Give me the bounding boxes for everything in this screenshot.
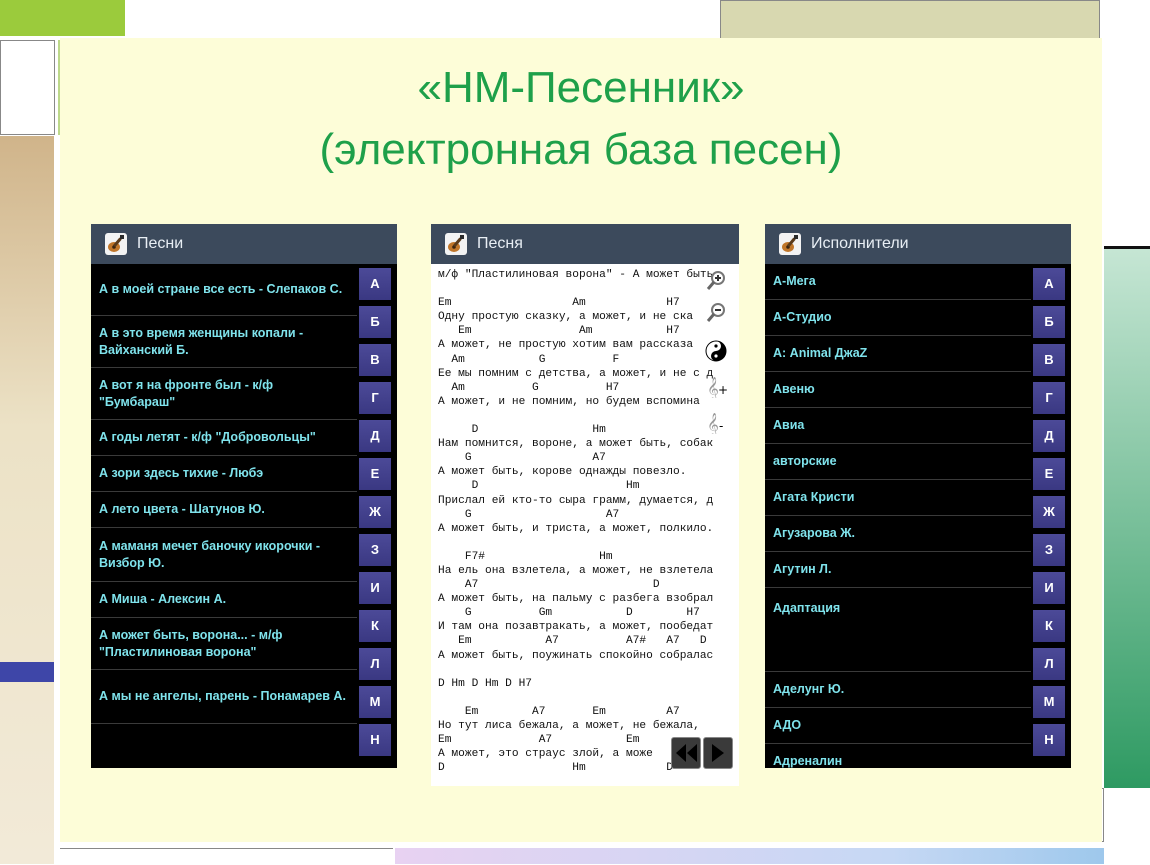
index-letter[interactable]: А bbox=[1033, 268, 1065, 300]
song-screen: Песня м/ф "Пластилиновая ворона" - А мож… bbox=[431, 224, 739, 786]
artist-item[interactable]: А-Мега bbox=[765, 264, 1031, 300]
artist-item[interactable]: Агата Кристи bbox=[765, 480, 1031, 516]
artist-item[interactable]: Агузарова Ж. bbox=[765, 516, 1031, 552]
index-letter[interactable]: Е bbox=[1033, 458, 1065, 490]
svg-text:𝄞: 𝄞 bbox=[707, 412, 719, 434]
treble-clef-plus-icon[interactable]: 𝄞 + bbox=[705, 376, 728, 401]
index-letter[interactable]: Л bbox=[359, 648, 391, 680]
index-letter[interactable]: Ж bbox=[1033, 496, 1065, 528]
song-lyrics: м/ф "Пластилиновая ворона" - А может быт… bbox=[438, 269, 714, 775]
index-letter[interactable]: З bbox=[359, 534, 391, 566]
yin-yang-icon[interactable] bbox=[705, 340, 727, 362]
artist-item[interactable]: Аделунг Ю. bbox=[765, 672, 1031, 708]
zoom-in-icon[interactable] bbox=[705, 270, 727, 292]
index-letter[interactable]: Г bbox=[1033, 382, 1065, 414]
index-letter[interactable]: Б bbox=[1033, 306, 1065, 338]
index-letter[interactable]: Д bbox=[1033, 420, 1065, 452]
index-letter[interactable]: Н bbox=[1033, 724, 1065, 756]
index-letter[interactable]: И bbox=[359, 572, 391, 604]
index-letter[interactable]: Л bbox=[1033, 648, 1065, 680]
artists-screen: Исполнители А-Мега А-Студио А: Animal Дж… bbox=[765, 224, 1071, 768]
index-letter[interactable]: Б bbox=[359, 306, 391, 338]
guitar-icon[interactable] bbox=[779, 233, 801, 255]
song-title: Песня bbox=[477, 235, 523, 252]
index-letter[interactable]: Ж bbox=[359, 496, 391, 528]
index-letter[interactable]: Г bbox=[359, 382, 391, 414]
next-button[interactable] bbox=[703, 737, 733, 769]
index-letter[interactable]: К bbox=[359, 610, 391, 642]
index-letter[interactable]: М bbox=[1033, 686, 1065, 718]
song-item[interactable]: А зори здесь тихие - Любэ bbox=[91, 456, 357, 492]
artist-item[interactable]: А-Студио bbox=[765, 300, 1031, 336]
song-item[interactable]: А лето цвета - Шатунов Ю. bbox=[91, 492, 357, 528]
slide-title: «НМ-Песенник» bbox=[417, 63, 745, 112]
index-letter[interactable]: И bbox=[1033, 572, 1065, 604]
artist-item[interactable]: Авеню bbox=[765, 372, 1031, 408]
play-icon bbox=[712, 744, 724, 762]
slide-subtitle: (электронная база песен) bbox=[319, 125, 843, 174]
rewind-icon bbox=[676, 744, 697, 762]
artists-title: Исполнители bbox=[811, 235, 909, 252]
previous-button[interactable] bbox=[671, 737, 701, 769]
artist-item[interactable]: А: Animal ДжаZ bbox=[765, 336, 1031, 372]
svg-text:-: - bbox=[719, 419, 723, 433]
artist-item[interactable]: Агутин Л. bbox=[765, 552, 1031, 588]
artist-item[interactable]: авторские bbox=[765, 444, 1031, 480]
song-action-bar: Песня bbox=[431, 224, 739, 264]
song-item[interactable]: А мы не ангелы, парень - Понамарев А. bbox=[91, 670, 357, 724]
songs-alphabet-index: А Б В Г Д Е Ж З И К Л М Н bbox=[359, 264, 391, 768]
songs-list: А в моей стране все есть - Слепаков С. А… bbox=[91, 264, 357, 768]
guitar-icon[interactable] bbox=[445, 233, 467, 255]
song-item[interactable]: А вот я на фронте был - к/ф "Бумбараш" bbox=[91, 368, 357, 420]
index-letter[interactable]: Е bbox=[359, 458, 391, 490]
artist-item[interactable]: Адреналин bbox=[765, 744, 1031, 768]
zoom-out-icon[interactable] bbox=[705, 302, 727, 324]
index-letter[interactable]: М bbox=[359, 686, 391, 718]
index-letter[interactable]: В bbox=[359, 344, 391, 376]
songs-action-bar: Песни bbox=[91, 224, 397, 264]
song-item[interactable]: А в моей стране все есть - Слепаков С. bbox=[91, 264, 357, 316]
index-letter[interactable]: З bbox=[1033, 534, 1065, 566]
artists-list: А-Мега А-Студио А: Animal ДжаZ Авеню Ави… bbox=[765, 264, 1031, 768]
artist-item[interactable]: Адаптация bbox=[765, 588, 1031, 628]
song-item[interactable]: А в это время женщины копали - Вайхански… bbox=[91, 316, 357, 368]
song-item[interactable]: А Миша - Алексин А. bbox=[91, 582, 357, 618]
artists-alphabet-index: А Б В Г Д Е Ж З И К Л М Н bbox=[1033, 264, 1065, 768]
song-item[interactable]: А годы летят - к/ф "Добровольцы" bbox=[91, 420, 357, 456]
artists-action-bar: Исполнители bbox=[765, 224, 1071, 264]
index-letter[interactable]: Д bbox=[359, 420, 391, 452]
artist-item[interactable]: Авиа bbox=[765, 408, 1031, 444]
guitar-icon[interactable] bbox=[105, 233, 127, 255]
treble-clef-minus-icon[interactable]: 𝄞 - bbox=[705, 412, 727, 437]
artist-item[interactable] bbox=[765, 628, 1031, 672]
song-item[interactable]: А маманя мечет баночку икорочки - Визбор… bbox=[91, 528, 357, 582]
index-letter[interactable]: В bbox=[1033, 344, 1065, 376]
songs-title: Песни bbox=[137, 235, 184, 252]
songs-screen: Песни А в моей стране все есть - Слепако… bbox=[91, 224, 397, 768]
index-letter[interactable]: Н bbox=[359, 724, 391, 756]
index-letter[interactable]: А bbox=[359, 268, 391, 300]
artist-item[interactable]: АДО bbox=[765, 708, 1031, 744]
svg-text:+: + bbox=[718, 383, 727, 397]
index-letter[interactable]: К bbox=[1033, 610, 1065, 642]
song-item[interactable]: А может быть, ворона... - м/ф "Пластилин… bbox=[91, 618, 357, 670]
